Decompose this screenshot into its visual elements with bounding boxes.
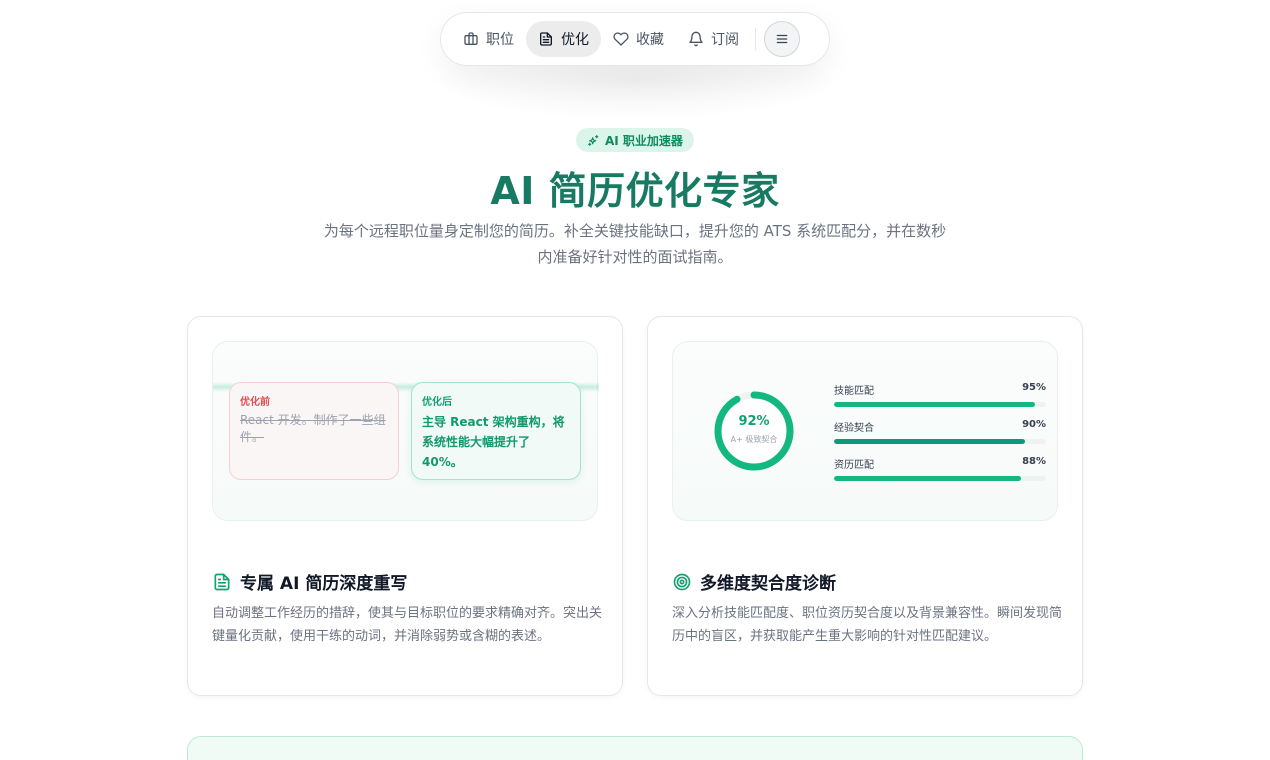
score-ring: 92% A+ 极致契合 (713, 390, 795, 472)
score-value: 92% (738, 414, 770, 429)
document-icon (214, 573, 230, 590)
bar-fill (834, 402, 1036, 407)
top-nav: 职位 优化 收藏 订阅 (440, 12, 830, 66)
bar-row: 技能匹配 95% (834, 382, 1046, 419)
menu-button[interactable] (764, 21, 800, 57)
nav-item-jobs[interactable]: 职位 (451, 21, 526, 57)
bell-icon (689, 31, 703, 47)
card-title: 多维度契合度诊断 (672, 569, 836, 594)
page-subtitle: 为每个远程职位量身定制您的简历。补全关键技能缺口，提升您的 ATS 系统匹配分，… (300, 218, 970, 270)
bottom-card (187, 736, 1083, 760)
bar-label: 资历匹配 (834, 460, 874, 471)
feature-card-diagnosis: 92% A+ 极致契合 技能匹配 95% 经验契合 90% 资历匹配 88% 多维度契… (647, 316, 1083, 696)
after-text: 主导 React 架构重构，将系统性能大幅提升了 40%。 (422, 415, 565, 469)
bar-label: 经验契合 (834, 423, 874, 434)
match-bars: 技能匹配 95% 经验契合 90% 资历匹配 88% (834, 382, 1046, 493)
after-label: 优化后 (422, 397, 452, 408)
bar-row: 经验契合 90% (834, 419, 1046, 456)
feature-card-rewrite: 优化前 React 开发。制作了一些组件。 优化后 主导 React 架构重构，… (187, 316, 623, 696)
bar-fill (834, 439, 1025, 444)
diagnosis-preview: 92% A+ 极致契合 技能匹配 95% 经验契合 90% 资历匹配 88% (672, 341, 1058, 521)
bar-fill (834, 476, 1021, 481)
bar-track (834, 439, 1046, 444)
nav-item-optimize[interactable]: 优化 (526, 21, 601, 57)
bar-percent: 95% (1022, 382, 1046, 393)
bar-track (834, 402, 1046, 407)
menu-icon (776, 34, 788, 44)
heart-icon (613, 32, 629, 46)
nav-item-label: 收藏 (636, 32, 664, 48)
score-grade: A+ 极致契合 (730, 435, 778, 444)
badge-label: AI 职业加速器 (605, 133, 683, 148)
nav-item-label: 职位 (486, 32, 514, 48)
card-title-text: 专属 AI 简历深度重写 (240, 574, 408, 594)
sparkles-icon (588, 134, 599, 146)
rewrite-preview: 优化前 React 开发。制作了一些组件。 优化后 主导 React 架构重构，… (212, 341, 599, 521)
before-text: React 开发。制作了一些组件。 (240, 413, 386, 444)
card-description: 深入分析技能匹配度、职位资历契合度以及背景兼容性。瞬间发现简历中的盲区，并获取能… (672, 606, 1063, 644)
target-icon (673, 573, 691, 590)
document-icon (540, 32, 552, 46)
nav-item-subscribe[interactable]: 订阅 (676, 21, 751, 57)
nav-item-label: 优化 (561, 32, 589, 48)
nav-item-favorites[interactable]: 收藏 (601, 21, 676, 57)
bar-track (834, 476, 1046, 481)
page-title: AI 简历优化专家 (490, 169, 780, 213)
before-label: 优化前 (240, 397, 270, 408)
briefcase-icon (464, 32, 478, 45)
subtitle-line-2: 内准备好针对性的面试指南。 (537, 248, 733, 266)
card-description: 自动调整工作经历的措辞，使其与目标职位的要求精确对齐。突出关键量化贡献，使用干练… (212, 606, 603, 644)
before-box: 优化前 React 开发。制作了一些组件。 (229, 382, 399, 480)
nav-item-label: 订阅 (711, 32, 739, 48)
hero-badge: AI 职业加速器 (576, 128, 694, 152)
card-title: 专属 AI 简历深度重写 (212, 569, 407, 594)
nav-divider (755, 28, 756, 50)
card-title-text: 多维度契合度诊断 (700, 574, 836, 594)
score-ring-chart (714, 391, 794, 471)
bar-row: 资历匹配 88% (834, 456, 1046, 493)
bar-percent: 88% (1022, 456, 1046, 467)
bar-percent: 90% (1022, 419, 1046, 430)
subtitle-line-1: 为每个远程职位量身定制您的简历。补全关键技能缺口，提升您的 ATS 系统匹配分，… (323, 222, 947, 240)
after-box: 优化后 主导 React 架构重构，将系统性能大幅提升了 40%。 (411, 382, 581, 480)
bar-label: 技能匹配 (834, 386, 874, 397)
